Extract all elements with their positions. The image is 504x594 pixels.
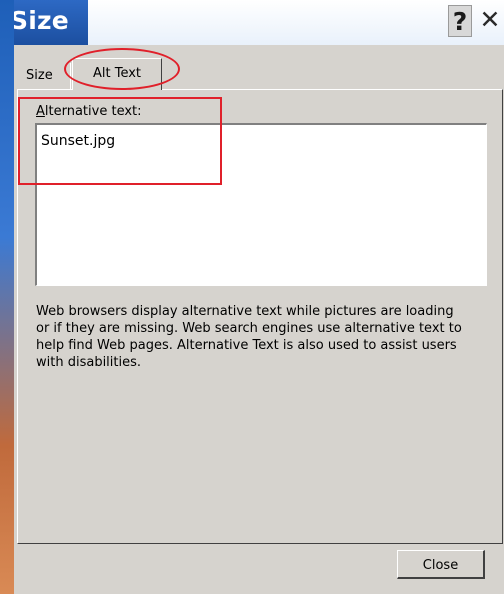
help-button[interactable]: ? — [448, 5, 472, 37]
annotation-rectangle-alt-text-field — [18, 97, 222, 185]
annotation-ellipse-alt-text-tab — [64, 48, 180, 90]
size-dialog: Size ? ✕ Size Alt Text Alternative text:… — [0, 0, 504, 594]
title-bar[interactable]: Size ? ✕ — [0, 0, 504, 45]
close-icon[interactable]: ✕ — [478, 4, 502, 36]
window-left-edge — [0, 0, 14, 594]
alt-text-description: Web browsers display alternative text wh… — [36, 304, 462, 370]
dialog-title: Size — [10, 6, 69, 35]
close-button[interactable]: Close — [397, 550, 485, 579]
